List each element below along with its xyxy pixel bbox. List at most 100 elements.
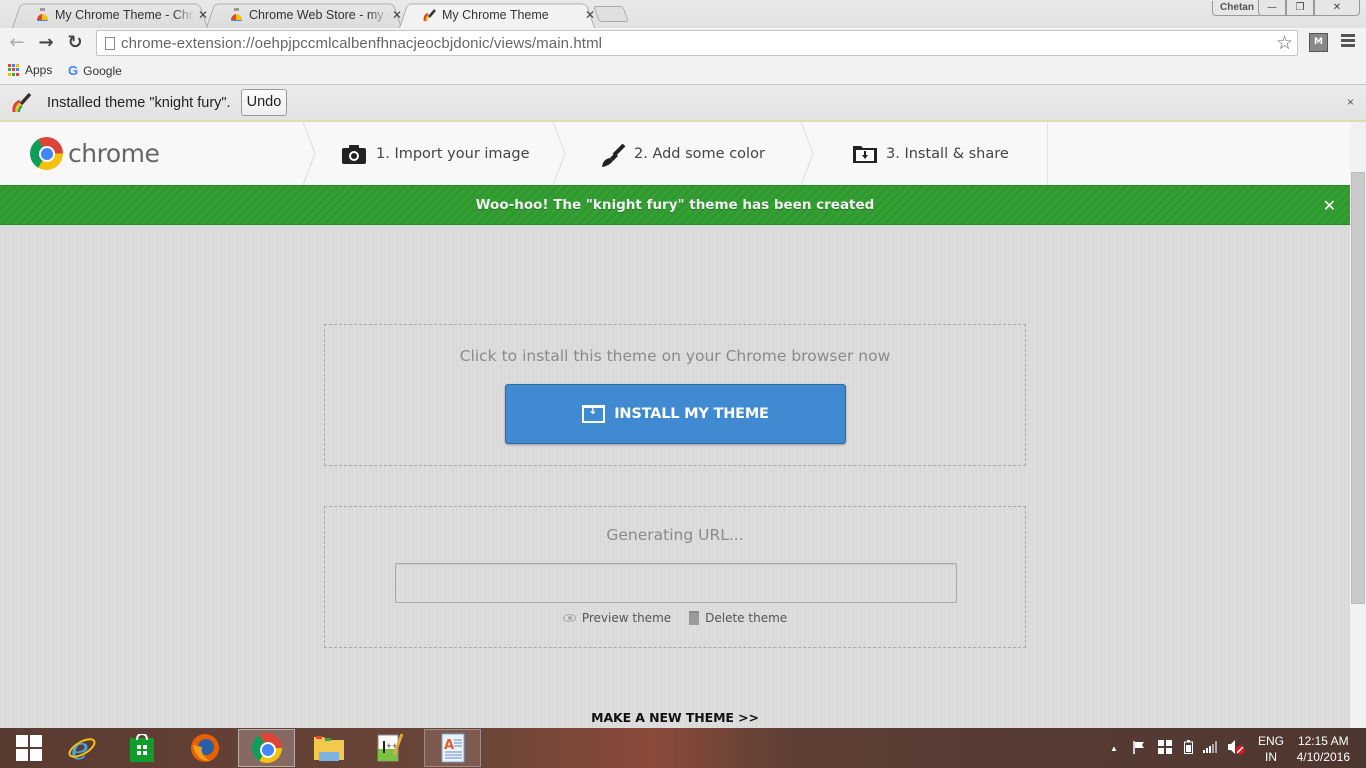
new-tab-button[interactable] (593, 6, 629, 22)
chrome-icon (251, 733, 282, 763)
network-signal-icon[interactable] (1202, 740, 1217, 756)
clock-date: 4/10/2016 (1296, 750, 1350, 764)
extension-shield-icon[interactable]: M (1309, 33, 1328, 52)
taskbar-file-explorer[interactable] (300, 729, 357, 767)
address-bar[interactable]: chrome-extension://oehpjpccmlcalbenfhnac… (96, 30, 1298, 56)
eye-icon (562, 614, 576, 622)
step-label: 3. Install & share (886, 145, 1009, 162)
webstore-icon (36, 8, 49, 21)
tab-strip: My Chrome Theme - Chrome Web Store ✕ Chr… (0, 0, 1366, 28)
windows-update-icon[interactable] (1157, 739, 1172, 757)
step-add-color[interactable]: 2. Add some color (600, 122, 765, 185)
windows-taskbar: e ++ A ▲ ENG IN 12:15 AM 4/10/2016 (0, 728, 1366, 768)
theme-actions: Preview theme Delete theme (325, 611, 1025, 625)
start-button[interactable] (0, 729, 57, 767)
chrome-logo-icon (30, 137, 63, 170)
volume-muted-icon[interactable] (1227, 739, 1245, 758)
apps-grid-dot (8, 68, 11, 72)
install-theme-button[interactable]: INSTALL MY THEME (505, 384, 846, 444)
step-divider (552, 122, 566, 185)
scrollbar-thumb[interactable] (1351, 172, 1365, 604)
step-label: 1. Import your image (376, 145, 530, 162)
download-box-icon (852, 144, 877, 164)
window-controls: — ❐ ✕ (1258, 0, 1360, 16)
page-scrollbar[interactable] (1350, 122, 1366, 728)
theme-brush-icon (423, 8, 436, 22)
app-header: chrome 1. Import your image 2. Add some … (0, 122, 1350, 185)
install-panel: Click to install this theme on your Chro… (324, 324, 1026, 466)
step-divider (302, 122, 316, 185)
tab-title: Chrome Web Store - my chrome theme (249, 7, 389, 22)
success-banner: Woo-hoo! The "knight fury" theme has bee… (0, 185, 1350, 225)
minimize-button[interactable]: — (1258, 0, 1286, 16)
taskbar-notepad-plus-plus[interactable]: ++ (361, 729, 418, 767)
show-hidden-icons-button[interactable]: ▲ (1110, 744, 1118, 753)
camera-icon (342, 144, 366, 164)
page-icon (105, 36, 115, 50)
back-button[interactable]: ← (6, 32, 28, 54)
trash-icon (689, 611, 700, 625)
apps-grid-dot (12, 64, 15, 67)
infobar-close-icon[interactable]: × (1347, 95, 1354, 109)
url-text[interactable]: chrome-extension://oehpjpccmlcalbenfhnac… (121, 35, 1276, 52)
close-window-button[interactable]: ✕ (1314, 0, 1360, 16)
taskbar-wordpad[interactable]: A (424, 729, 481, 767)
tab-chrome-web-store[interactable]: Chrome Web Store - my chrome theme ✕ (206, 1, 402, 28)
region-code: IN (1265, 750, 1277, 764)
taskbar-firefox[interactable] (176, 729, 233, 767)
tab-my-chrome-theme[interactable]: My Chrome Theme ✕ (399, 1, 595, 28)
apps-grid-dot (12, 72, 15, 76)
store-icon (129, 734, 154, 762)
page-content: chrome 1. Import your image 2. Add some … (0, 122, 1350, 728)
restore-button[interactable]: ❐ (1286, 0, 1314, 16)
bookmark-label: Apps (25, 63, 53, 77)
theme-installed-infobar: Installed theme "knight fury". Undo × (0, 85, 1366, 122)
preview-theme-link[interactable]: Preview theme (562, 611, 671, 625)
apps-grid-dot (16, 72, 19, 76)
install-lead-text: Click to install this theme on your Chro… (459, 347, 891, 365)
bookmark-star-icon[interactable]: ☆ (1276, 32, 1293, 54)
success-message: Woo-hoo! The "knight fury" theme has bee… (475, 197, 875, 213)
battery-icon[interactable] (1183, 739, 1193, 757)
apps-grid-dot (8, 72, 11, 76)
make-new-theme-link[interactable]: MAKE A NEW THEME >> (0, 710, 1350, 725)
generating-url-text: Generating URL... (606, 526, 744, 544)
apps-grid-dot (16, 68, 19, 72)
bookmark-apps[interactable]: Apps (8, 63, 52, 77)
taskbar-internet-explorer[interactable]: e (53, 729, 110, 767)
apps-grid-dot (16, 64, 19, 67)
success-close-icon[interactable]: ✕ (1323, 196, 1336, 215)
chrome-menu-icon[interactable] (1341, 34, 1355, 49)
apps-grid-dot (12, 68, 15, 72)
input-language-indicator[interactable]: ENG IN (1258, 733, 1284, 765)
chrome-logo[interactable]: chrome (30, 137, 160, 170)
taskbar-chrome[interactable] (238, 729, 295, 767)
delete-theme-link[interactable]: Delete theme (689, 611, 787, 625)
taskbar-store[interactable] (113, 729, 170, 767)
install-download-icon (582, 404, 606, 423)
header-divider (1047, 122, 1048, 185)
tab-title: My Chrome Theme (442, 7, 549, 22)
step-import-image[interactable]: 1. Import your image (342, 122, 530, 185)
profile-button[interactable]: Chetan (1212, 1, 1262, 16)
share-panel: Generating URL... Preview theme Delete t… (324, 506, 1026, 648)
ie-icon: e (68, 733, 95, 763)
svg-text:A: A (444, 738, 454, 753)
system-clock[interactable]: 12:15 AM 4/10/2016 (1297, 733, 1350, 765)
wordpad-icon: A (441, 733, 464, 763)
step-divider (800, 122, 814, 185)
apps-grid-dot (8, 64, 11, 67)
folder-icon (313, 736, 344, 761)
share-url-field[interactable] (395, 563, 957, 603)
bookmark-google[interactable]: G Google (68, 63, 122, 78)
step-install-share[interactable]: 3. Install & share (852, 122, 1009, 185)
undo-button[interactable]: Undo (240, 89, 288, 116)
tab-my-chrome-theme-webstore[interactable]: My Chrome Theme - Chrome Web Store ✕ (12, 1, 208, 28)
webstore-icon (230, 8, 243, 21)
reload-button[interactable]: ↻ (64, 32, 86, 54)
firefox-icon (190, 734, 219, 762)
tab-title: My Chrome Theme - Chrome Web Store (55, 7, 195, 22)
logo-text: chrome (68, 139, 160, 168)
forward-button[interactable]: → (35, 32, 57, 54)
action-center-flag-icon[interactable] (1132, 740, 1146, 757)
